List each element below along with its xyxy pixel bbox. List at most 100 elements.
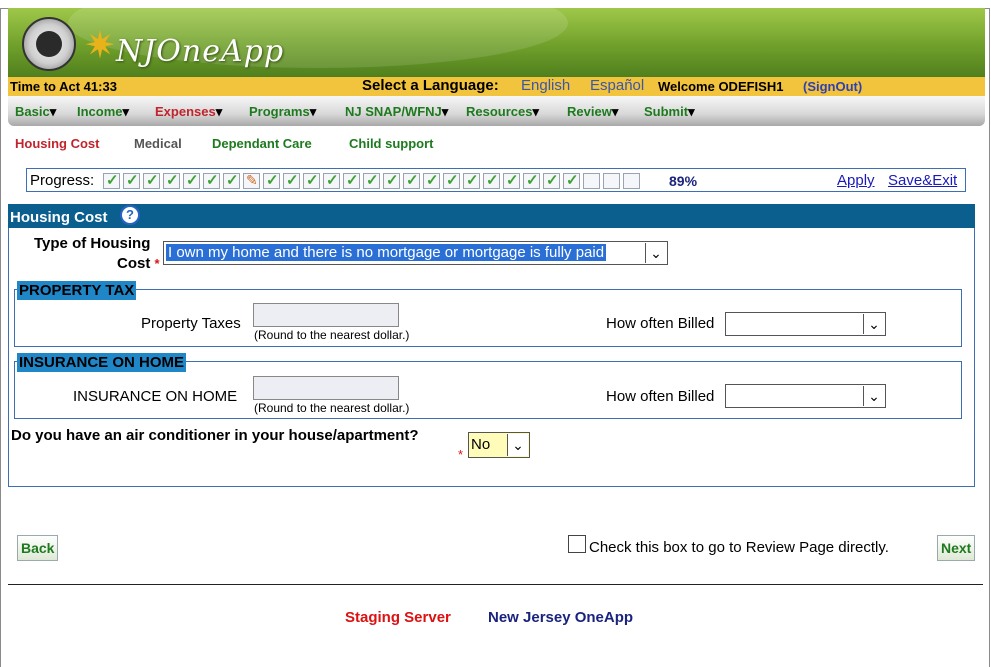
menu-nj-snap-wfnj[interactable]: NJ SNAP/WFNJ▾ — [345, 104, 448, 120]
next-button[interactable]: Next — [937, 535, 976, 561]
progress-step — [603, 173, 620, 189]
main-menu: Basic▾ Income▾ Expenses▾ Programs▾ NJ SN… — [8, 96, 985, 126]
air-conditioner-value: No — [471, 436, 491, 453]
progress-step: ✓ — [143, 172, 160, 189]
progress-step: ✓ — [463, 172, 480, 189]
menu-resources[interactable]: Resources▾ — [466, 104, 539, 120]
pencil-icon: ✎ — [246, 172, 258, 188]
menu-expenses-label: Expenses — [155, 104, 216, 119]
review-checkbox-label: Check this box to go to Review Page dire… — [589, 539, 889, 556]
menu-nj-snap-wfnj-label: NJ SNAP/WFNJ — [345, 104, 442, 119]
caret-down-icon: ▾ — [49, 104, 57, 119]
property-taxes-input[interactable] — [253, 303, 399, 327]
checkmark-icon: ✓ — [366, 172, 379, 189]
property-taxes-note: (Round to the nearest dollar.) — [254, 328, 410, 342]
checkmark-icon: ✓ — [226, 172, 239, 189]
help-icon[interactable]: ? — [120, 205, 140, 225]
progress-step: ✓ — [223, 172, 240, 189]
progress-step: ✓ — [303, 172, 320, 189]
checkmark-icon: ✓ — [306, 172, 319, 189]
insurance-billed-label: How often Billed — [606, 388, 715, 405]
language-spanish-link[interactable]: Español — [590, 77, 644, 94]
welcome-user: Welcome ODEFISH1 — [658, 79, 784, 94]
progress-step: ✓ — [563, 172, 580, 189]
star-logo-icon: ✷ — [84, 25, 116, 67]
checkmark-icon: ✓ — [186, 172, 199, 189]
menu-review[interactable]: Review▾ — [567, 104, 618, 120]
review-checkbox[interactable] — [568, 535, 586, 553]
menu-income[interactable]: Income▾ — [77, 104, 129, 120]
subnav-housing-cost[interactable]: Housing Cost — [15, 136, 100, 151]
caret-down-icon: ▾ — [122, 104, 130, 119]
subnav-child-support[interactable]: Child support — [349, 136, 434, 151]
back-button[interactable]: Back — [17, 535, 59, 561]
checkmark-icon: ✓ — [126, 172, 139, 189]
checkmark-icon: ✓ — [146, 172, 159, 189]
select-language-label: Select a Language: — [362, 77, 499, 94]
air-conditioner-select[interactable]: No ⌄ — [468, 432, 530, 458]
insurance-input[interactable] — [253, 376, 399, 400]
property-billed-select[interactable]: ⌄ — [725, 312, 886, 336]
progress-step: ✎ — [243, 172, 260, 189]
progress-step: ✓ — [183, 172, 200, 189]
checkmark-icon: ✓ — [386, 172, 399, 189]
progress-step: ✓ — [323, 172, 340, 189]
app-logo-text: NJOneApp — [116, 34, 285, 69]
checkmark-icon: ✓ — [406, 172, 419, 189]
section-title: Housing Cost — [10, 209, 108, 226]
language-english-link[interactable]: English — [521, 77, 570, 94]
checkmark-icon: ✓ — [206, 172, 219, 189]
subnav-dependant-care[interactable]: Dependant Care — [212, 136, 312, 151]
menu-submit[interactable]: Submit▾ — [644, 104, 695, 120]
insurance-billed-select[interactable]: ⌄ — [725, 384, 886, 408]
menu-income-label: Income — [77, 104, 123, 119]
checkmark-icon: ✓ — [346, 172, 359, 189]
progress-bar: Progress: ✓ ✓ ✓ ✓ ✓ ✓ ✓ ✎ ✓ ✓ ✓ ✓ ✓ ✓ ✓ ✓ ✓ ✓ ✓ ✓ ✓ ✓ ✓ ✓ 89% A… — [26, 168, 966, 192]
section-header: Housing Cost ? — [8, 204, 975, 228]
required-marker: * — [458, 447, 464, 462]
checkmark-icon: ✓ — [426, 172, 439, 189]
chevron-down-icon: ⌄ — [863, 314, 884, 334]
progress-step: ✓ — [123, 172, 140, 189]
status-bar: Time to Act 41:33 Select a Language: Eng… — [8, 77, 985, 96]
footer-app-name: New Jersey OneApp — [488, 609, 634, 626]
menu-resources-label: Resources — [466, 104, 533, 119]
footer-divider — [8, 584, 983, 585]
menu-programs-label: Programs — [249, 104, 310, 119]
chevron-down-icon: ⌄ — [645, 243, 666, 263]
signout-link[interactable]: (SignOut) — [803, 79, 862, 94]
footer-server: Staging Server — [345, 609, 451, 626]
menu-programs[interactable]: Programs▾ — [249, 104, 316, 120]
progress-step: ✓ — [503, 172, 520, 189]
progress-step: ✓ — [343, 172, 360, 189]
checkmark-icon: ✓ — [326, 172, 339, 189]
insurance-note: (Round to the nearest dollar.) — [254, 401, 410, 415]
housing-type-select[interactable]: I own my home and there is no mortgage o… — [163, 241, 668, 265]
progress-step: ✓ — [363, 172, 380, 189]
progress-step: ✓ — [283, 172, 300, 189]
property-billed-label: How often Billed — [606, 315, 715, 332]
caret-down-icon: ▾ — [688, 104, 695, 119]
progress-step: ✓ — [483, 172, 500, 189]
app-header: ✷ NJOneApp — [8, 8, 985, 78]
air-conditioner-question: Do you have an air conditioner in your h… — [11, 427, 419, 444]
progress-step: ✓ — [163, 172, 180, 189]
subnav-medical[interactable]: Medical — [134, 136, 182, 151]
time-to-act: Time to Act 41:33 — [10, 79, 117, 94]
save-exit-link[interactable]: Save&Exit — [888, 172, 957, 189]
menu-review-label: Review — [567, 104, 612, 119]
progress-percent: 89% — [669, 173, 698, 189]
property-taxes-label: Property Taxes — [141, 315, 241, 332]
insurance-legend: INSURANCE ON HOME — [17, 353, 187, 372]
progress-step: ✓ — [443, 172, 460, 189]
progress-step: ✓ — [423, 172, 440, 189]
menu-basic[interactable]: Basic▾ — [15, 104, 56, 120]
menu-basic-label: Basic — [15, 104, 50, 119]
checkmark-icon: ✓ — [266, 172, 279, 189]
menu-expenses[interactable]: Expenses▾ — [155, 104, 222, 120]
apply-link[interactable]: Apply — [837, 172, 875, 189]
checkmark-icon: ✓ — [566, 172, 579, 189]
checkmark-icon: ✓ — [166, 172, 179, 189]
checkmark-icon: ✓ — [486, 172, 499, 189]
required-marker: * — [154, 256, 160, 271]
